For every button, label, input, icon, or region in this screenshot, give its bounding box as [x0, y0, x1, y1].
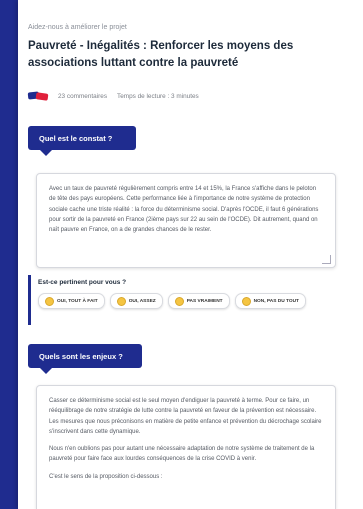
meta-row: 23 commentaires Temps de lecture : 3 min…: [27, 89, 209, 103]
reading-time: Temps de lecture : 3 minutes: [117, 92, 199, 100]
flag-icon: [27, 91, 50, 101]
section-heading-enjeux: Quels sont les enjeux ?: [28, 344, 142, 374]
page: Aidez-nous à améliorer le projet Pauvret…: [27, 0, 348, 509]
page-title: Pauvreté - Inégalités : Renforcer les mo…: [28, 40, 294, 69]
emoji-icon: [174, 296, 184, 306]
enjeux-paragraph-1: Casser ce déterminisme social est le seu…: [49, 398, 322, 435]
poll-option-pas-vraiment[interactable]: PAS VRAIMENT: [167, 293, 230, 309]
poll-options: OUI, TOUT À FAIT OUI, ASSEZ PAS VRAIMENT…: [38, 293, 306, 309]
enjeux-textbox[interactable]: Casser ce déterminisme social est le seu…: [36, 385, 336, 509]
resize-handle-icon[interactable]: [322, 255, 331, 264]
relevance-poll: Est-ce pertinent pour vous ? OUI, TOUT À…: [28, 275, 333, 325]
poll-accent-bar: [28, 275, 31, 325]
poll-option-oui-tout-a-fait[interactable]: OUI, TOUT À FAIT: [38, 293, 105, 309]
poll-option-non-pas-du-tout[interactable]: NON, PAS DU TOUT: [234, 293, 306, 309]
enjeux-paragraph-3: C'est le sens de la proposition ci-desso…: [49, 473, 163, 480]
poll-question: Est-ce pertinent pour vous ?: [38, 279, 127, 286]
poll-option-oui-assez[interactable]: OUI, ASSEZ: [109, 293, 163, 309]
constat-text: Avec un taux de pauvreté régulièrement c…: [49, 186, 319, 234]
kicker: Aidez-nous à améliorer le projet: [28, 24, 127, 31]
emoji-icon: [45, 296, 54, 306]
emoji-icon: [116, 296, 126, 306]
section-heading-constat: Quel est le constat ?: [28, 126, 136, 156]
emoji-icon: [241, 296, 251, 306]
comments-count[interactable]: 23 commentaires: [58, 93, 107, 100]
constat-textbox[interactable]: Avec un taux de pauvreté régulièrement c…: [36, 173, 336, 268]
enjeux-paragraph-2: Nous n'en oublions pas pour autant une n…: [49, 446, 315, 463]
